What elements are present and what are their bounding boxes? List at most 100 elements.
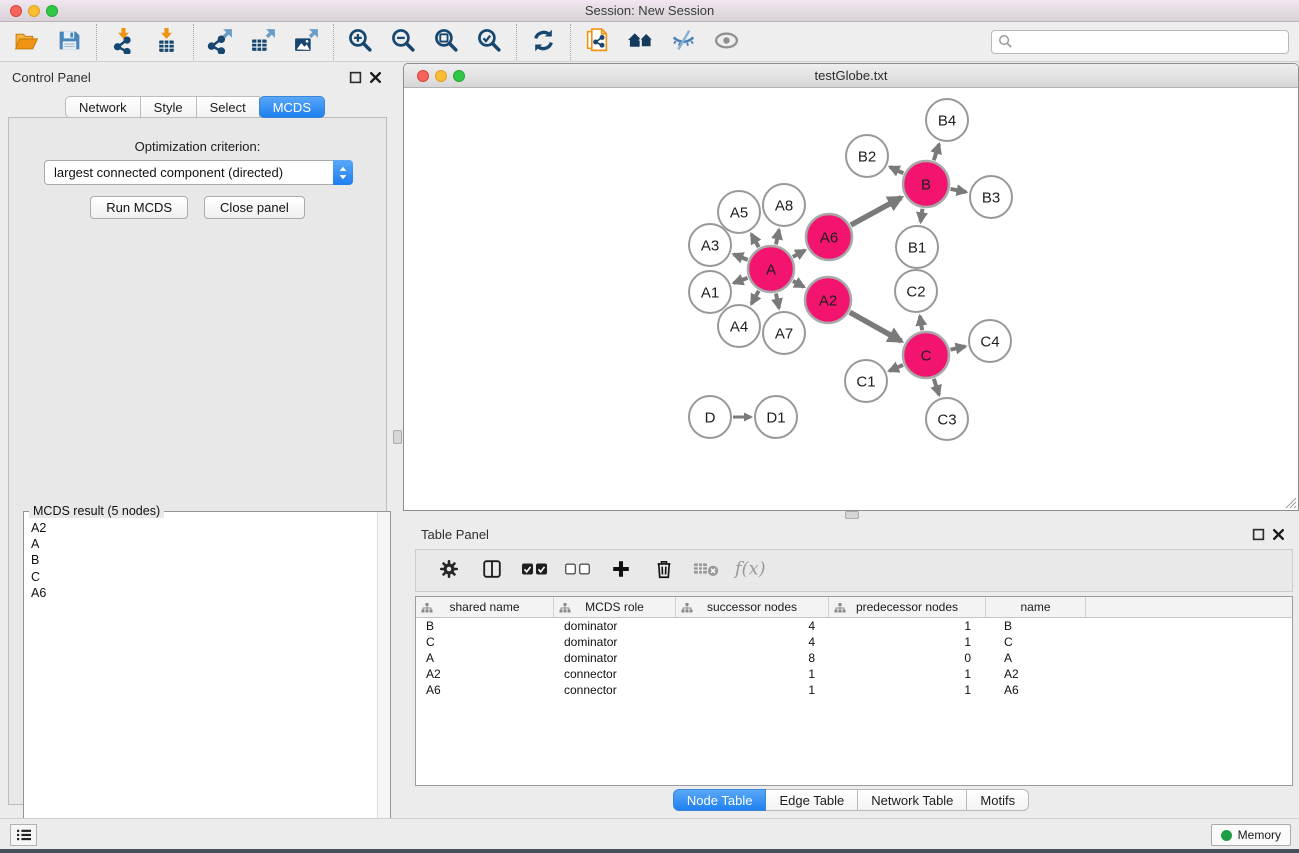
- table-row[interactable]: A6connector11A6: [416, 682, 1292, 698]
- graph-edge-C-C2[interactable]: [920, 316, 922, 330]
- search-box[interactable]: [991, 30, 1289, 54]
- function-builder-button[interactable]: f(x): [733, 555, 767, 587]
- graph-node-C3[interactable]: C3: [926, 398, 968, 440]
- column-header-shared-name[interactable]: shared name: [416, 597, 554, 617]
- graph-node-D1[interactable]: D1: [755, 396, 797, 438]
- tab-network[interactable]: Network: [65, 96, 141, 118]
- mcds-result-item[interactable]: B: [31, 552, 376, 568]
- graph-edge-A-A4[interactable]: [751, 291, 758, 304]
- save-session-button[interactable]: [48, 25, 91, 59]
- graph-node-D[interactable]: D: [689, 396, 731, 438]
- graph-node-C[interactable]: C: [903, 332, 949, 378]
- table-cell[interactable]: connector: [554, 683, 676, 697]
- table-cell[interactable]: A2: [986, 667, 1086, 681]
- import-table-button[interactable]: [145, 25, 188, 59]
- table-cell[interactable]: 1: [829, 683, 986, 697]
- graph-node-A[interactable]: A: [748, 246, 794, 292]
- zoom-fit-button[interactable]: [425, 25, 468, 59]
- float-panel-icon[interactable]: [349, 71, 362, 84]
- graph-edge-A6-B[interactable]: [851, 198, 901, 225]
- graph-edge-B-B1[interactable]: [921, 209, 923, 222]
- graph-node-A1[interactable]: A1: [689, 271, 731, 313]
- table-cell[interactable]: dominator: [554, 635, 676, 649]
- graph-edge-A-A7[interactable]: [776, 293, 779, 308]
- mcds-result-scrollbar[interactable]: [377, 512, 390, 853]
- graph-node-A5[interactable]: A5: [718, 191, 760, 233]
- zoom-out-button[interactable]: [382, 25, 425, 59]
- tab-motifs[interactable]: Motifs: [967, 789, 1029, 811]
- table-cell[interactable]: 4: [676, 635, 829, 649]
- graph-edge-C-C1[interactable]: [889, 365, 903, 371]
- graph-edge-A-A6[interactable]: [793, 250, 805, 257]
- tab-network-table[interactable]: Network Table: [858, 789, 967, 811]
- graph-node-B2[interactable]: B2: [846, 135, 888, 177]
- show-all-button[interactable]: [705, 25, 748, 59]
- table-cell[interactable]: A: [416, 651, 554, 665]
- tab-style[interactable]: Style: [141, 96, 197, 118]
- add-column-button[interactable]: [604, 555, 638, 587]
- delete-table-button[interactable]: [690, 555, 724, 587]
- graph-edge-B-B2[interactable]: [890, 167, 903, 173]
- graph-edge-C-C3[interactable]: [934, 379, 939, 395]
- graph-node-A2[interactable]: A2: [805, 277, 851, 323]
- float-panel-icon[interactable]: [1252, 528, 1265, 541]
- tab-edge-table[interactable]: Edge Table: [766, 789, 858, 811]
- new-network-from-selection-button[interactable]: [576, 25, 619, 59]
- mcds-result-item[interactable]: A2: [31, 520, 376, 536]
- table-row[interactable]: Cdominator41C: [416, 634, 1292, 650]
- horizontal-divider-handle[interactable]: [845, 511, 859, 519]
- table-cell[interactable]: 4: [676, 619, 829, 633]
- zoom-selected-button[interactable]: [468, 25, 511, 59]
- open-session-button[interactable]: [5, 25, 48, 59]
- tab-select[interactable]: Select: [197, 96, 260, 118]
- table-cell[interactable]: A6: [416, 683, 554, 697]
- graph-edge-C-C4[interactable]: [950, 346, 965, 349]
- table-row[interactable]: A2connector11A2: [416, 666, 1292, 682]
- first-neighbors-button[interactable]: [619, 25, 662, 59]
- table-cell[interactable]: B: [416, 619, 554, 633]
- graph-node-A4[interactable]: A4: [718, 305, 760, 347]
- tab-mcds[interactable]: MCDS: [259, 96, 325, 118]
- network-window-titlebar[interactable]: testGlobe.txt: [404, 64, 1298, 88]
- criterion-select[interactable]: largest connected component (directed): [44, 160, 353, 185]
- column-header-MCDS-role[interactable]: MCDS role: [554, 597, 676, 617]
- column-visibility-button[interactable]: [475, 555, 509, 587]
- table-cell[interactable]: 1: [829, 619, 986, 633]
- import-network-button[interactable]: [102, 25, 145, 59]
- graph-node-A6[interactable]: A6: [806, 214, 852, 260]
- export-network-button[interactable]: [199, 25, 242, 59]
- table-cell[interactable]: B: [986, 619, 1086, 633]
- graph-edge-B-B3[interactable]: [951, 189, 967, 192]
- table-cell[interactable]: connector: [554, 667, 676, 681]
- graph-node-C4[interactable]: C4: [969, 320, 1011, 362]
- column-header-successor-nodes[interactable]: successor nodes: [676, 597, 829, 617]
- run-mcds-button[interactable]: Run MCDS: [90, 196, 188, 219]
- close-panel-icon[interactable]: [369, 71, 382, 84]
- zoom-in-button[interactable]: [339, 25, 382, 59]
- table-cell[interactable]: 1: [676, 667, 829, 681]
- graph-node-A8[interactable]: A8: [763, 184, 805, 226]
- table-cell[interactable]: C: [416, 635, 554, 649]
- table-row[interactable]: Adominator80A: [416, 650, 1292, 666]
- mcds-result-item[interactable]: A6: [31, 585, 376, 601]
- column-header-predecessor-nodes[interactable]: predecessor nodes: [829, 597, 986, 617]
- network-canvas[interactable]: AA1A2A3A4A5A6A7A8BB1B2B3B4CC1C2C3C4DD1: [404, 88, 1298, 510]
- graph-node-B[interactable]: B: [903, 161, 949, 207]
- table-cell[interactable]: dominator: [554, 651, 676, 665]
- refresh-button[interactable]: [522, 25, 565, 59]
- export-image-button[interactable]: [285, 25, 328, 59]
- table-cell[interactable]: 0: [829, 651, 986, 665]
- table-cell[interactable]: 8: [676, 651, 829, 665]
- tab-node-table[interactable]: Node Table: [673, 789, 767, 811]
- graph-edge-A-A1[interactable]: [734, 278, 748, 283]
- memory-button[interactable]: Memory: [1211, 824, 1291, 846]
- graph-node-A3[interactable]: A3: [689, 224, 731, 266]
- graph-edge-A-A8[interactable]: [776, 230, 779, 245]
- close-panel-button[interactable]: Close panel: [204, 196, 305, 219]
- select-all-button[interactable]: [518, 555, 552, 587]
- graph-node-C1[interactable]: C1: [845, 360, 887, 402]
- table-cell[interactable]: 1: [829, 667, 986, 681]
- graph-edge-B-B4[interactable]: [934, 144, 939, 160]
- table-cell[interactable]: A: [986, 651, 1086, 665]
- table-cell[interactable]: A6: [986, 683, 1086, 697]
